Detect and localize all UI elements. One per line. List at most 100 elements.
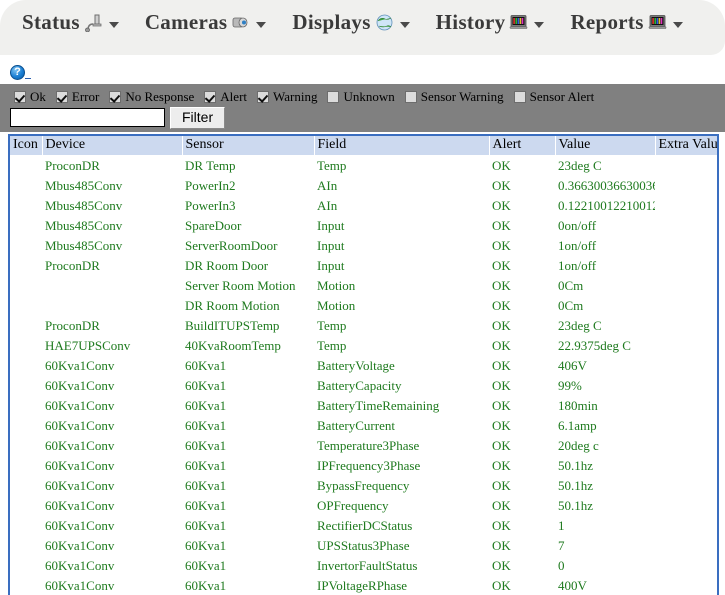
cell-icon (10, 456, 42, 476)
filter-checkbox-no-response[interactable]: No Response (109, 89, 194, 105)
cell-extra (655, 276, 717, 296)
cell-icon (10, 176, 42, 196)
cell-value: 23deg C (558, 318, 602, 333)
cell-sensor: 60Kva1 (185, 418, 227, 433)
cell-value: 6.1amp (558, 418, 597, 433)
cell-icon (10, 376, 42, 396)
cell-alert: OK (492, 278, 511, 293)
checkbox-box[interactable] (257, 91, 270, 103)
checkbox-box[interactable] (204, 91, 217, 103)
menu-item-label: Cameras (144, 10, 228, 34)
table-row[interactable]: 60Kva1Conv 60Kva1 IPVoltageRPhase OK 400V (10, 576, 717, 595)
cell-value: 7 (558, 538, 565, 553)
checkbox-box[interactable] (404, 91, 417, 103)
cell-sensor: 60Kva1 (185, 438, 227, 453)
table-row[interactable]: Mbus485Conv PowerIn2 AIn OK 0.36630036630036… (10, 176, 717, 196)
menu-item-reports[interactable]: Reports (570, 10, 683, 35)
status-table: Icon Device Sensor Field Alert Value Extra Val… (10, 136, 717, 595)
table-row[interactable]: 60Kva1Conv 60Kva1 InvertorFaultStatus OK 0 (10, 556, 717, 576)
menu-item-history[interactable]: History (436, 10, 545, 35)
menu-item-displays[interactable]: Displays (292, 10, 410, 35)
table-row[interactable]: 60Kva1Conv 60Kva1 UPSStatus3Phase OK 7 (10, 536, 717, 556)
menu-item-label: Displays (292, 10, 371, 34)
camera-icon (231, 13, 250, 32)
column-header-device[interactable]: Device (42, 136, 183, 156)
cell-icon (10, 256, 42, 276)
column-header-field[interactable]: Field (314, 136, 490, 156)
filter-checkbox-ok[interactable]: Ok (14, 89, 46, 105)
checkbox-box[interactable] (109, 91, 122, 103)
checkbox-box[interactable] (327, 91, 340, 103)
cell-icon (10, 196, 42, 216)
cell-icon (10, 476, 42, 496)
table-row[interactable]: Mbus485Conv SpareDoor Input OK 0on/off (10, 216, 717, 236)
cell-sensor: 60Kva1 (185, 458, 227, 473)
table-header-row: Icon Device Sensor Field Alert Value Extra Val… (10, 136, 717, 156)
cell-field: OPFrequency (317, 498, 389, 513)
table-row[interactable]: Mbus485Conv ServerRoomDoor Input OK 1on/off (10, 236, 717, 256)
table-row[interactable]: 60Kva1Conv 60Kva1 BypassFrequency OK 50.1hz (10, 476, 717, 496)
globe-icon (375, 13, 394, 32)
table-row[interactable]: ProconDR BuildITUPSTemp Temp OK 23deg C (10, 316, 717, 336)
cell-field: Motion (317, 298, 356, 313)
cell-sensor: BuildITUPSTemp (185, 318, 280, 333)
column-header-value[interactable]: Value (555, 136, 656, 156)
cell-device: 60Kva1Conv (45, 478, 115, 493)
checkbox-box[interactable] (513, 91, 526, 103)
table-row[interactable]: 60Kva1Conv 60Kva1 BatteryVoltage OK 406V (10, 356, 717, 376)
help-question-icon[interactable]: ? (10, 65, 25, 80)
table-row[interactable]: DR Room Motion Motion OK 0Cm (10, 296, 717, 316)
help-link-underline (25, 78, 31, 79)
filter-checkbox-alert[interactable]: Alert (204, 89, 247, 105)
table-row[interactable]: 60Kva1Conv 60Kva1 BatteryCurrent OK 6.1amp (10, 416, 717, 436)
filter-checkbox-unknown[interactable]: Unknown (327, 89, 395, 105)
table-row[interactable]: 60Kva1Conv 60Kva1 Temperature3Phase OK 20deg… (10, 436, 717, 456)
cell-sensor: PowerIn3 (185, 198, 236, 213)
column-header-extra-value[interactable]: Extra Value (655, 136, 717, 156)
filter-checkbox-error[interactable]: Error (55, 89, 99, 105)
checkbox-box[interactable] (55, 91, 68, 103)
table-row[interactable]: 60Kva1Conv 60Kva1 RectifierDCStatus OK 1 (10, 516, 717, 536)
cell-device: Mbus485Conv (45, 178, 123, 193)
cell-field: BatteryCurrent (317, 418, 395, 433)
table-row[interactable]: Mbus485Conv PowerIn3 AIn OK 0.12210012210012… (10, 196, 717, 216)
cell-alert: OK (492, 378, 511, 393)
cell-field: Input (317, 258, 345, 273)
cell-icon (10, 216, 42, 236)
menu-item-status[interactable]: Status (22, 10, 119, 35)
chevron-down-icon[interactable] (534, 21, 545, 28)
chevron-down-icon[interactable] (399, 21, 410, 28)
table-row[interactable]: ProconDR DR Temp Temp OK 23deg C (10, 156, 717, 177)
column-header-sensor[interactable]: Sensor (182, 136, 315, 156)
table-row[interactable]: 60Kva1Conv 60Kva1 IPFrequency3Phase OK 50.1h… (10, 456, 717, 476)
cell-icon (10, 536, 42, 556)
checkbox-box[interactable] (14, 91, 26, 103)
table-row[interactable]: Server Room Motion Motion OK 0Cm (10, 276, 717, 296)
cell-alert: OK (492, 578, 511, 593)
menu-item-cameras[interactable]: Cameras (145, 10, 267, 35)
table-row[interactable]: 60Kva1Conv 60Kva1 BatteryCapacity OK 99% (10, 376, 717, 396)
chevron-down-icon[interactable] (256, 21, 267, 28)
chevron-down-icon[interactable] (108, 21, 119, 28)
filter-checkbox-sensor-warning[interactable]: Sensor Warning (404, 89, 504, 105)
table-row[interactable]: 60Kva1Conv 60Kva1 BatteryTimeRemaining OK 18… (10, 396, 717, 416)
table-row[interactable]: HAE7UPSConv 40KvaRoomTemp Temp OK 22.9375deg… (10, 336, 717, 356)
column-header-alert[interactable]: Alert (489, 136, 556, 156)
cell-sensor: SpareDoor (185, 218, 242, 233)
filter-button[interactable]: Filter (170, 107, 226, 129)
cell-value: 0 (558, 558, 565, 573)
cell-device: 60Kva1Conv (45, 458, 115, 473)
table-row[interactable]: 60Kva1Conv 60Kva1 OPFrequency OK 50.1hz (10, 496, 717, 516)
filter-input[interactable] (10, 108, 165, 127)
monitor-icon (509, 13, 528, 32)
help-row: ? (0, 63, 725, 84)
chevron-down-icon[interactable] (672, 21, 683, 28)
column-header-icon[interactable]: Icon (10, 136, 43, 156)
cell-device: 60Kva1Conv (45, 358, 115, 373)
filter-checkbox-sensor-alert[interactable]: Sensor Alert (513, 89, 594, 105)
cell-icon (10, 576, 42, 595)
filter-checkbox-warning[interactable]: Warning (257, 89, 317, 105)
cell-device: 60Kva1Conv (45, 558, 115, 573)
cell-extra (655, 496, 717, 516)
table-row[interactable]: ProconDR DR Room Door Input OK 1on/off (10, 256, 717, 276)
